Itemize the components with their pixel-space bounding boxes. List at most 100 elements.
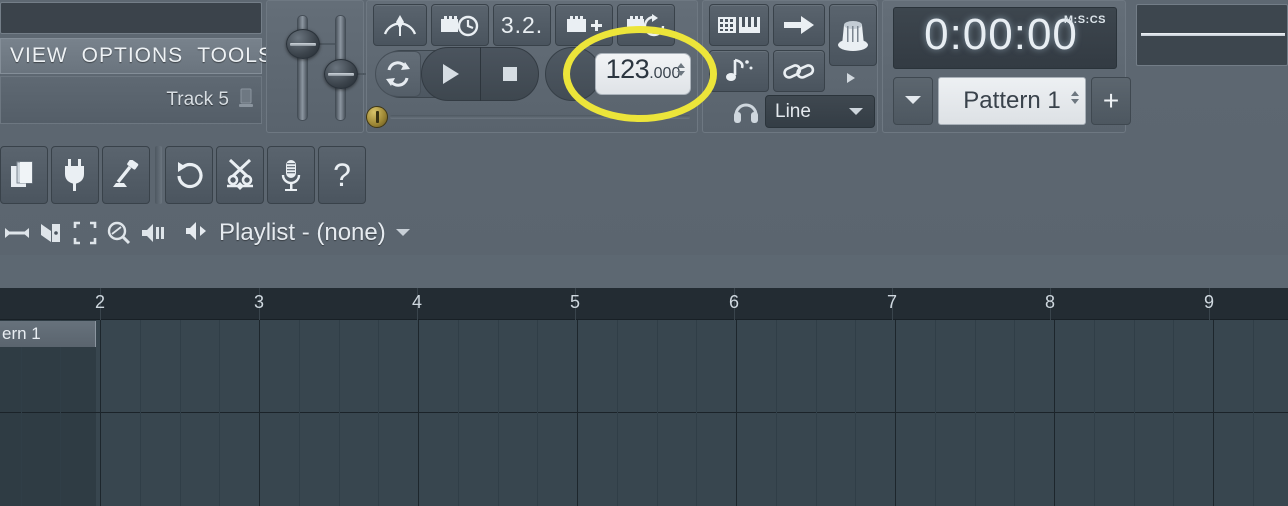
bpm-increment-arrow[interactable] (677, 63, 685, 68)
link-button[interactable] (773, 50, 825, 92)
grid-beat-line (1253, 320, 1254, 506)
expand-caret-icon[interactable] (845, 71, 857, 90)
time-display[interactable]: 0:00:00 M:S:CS (893, 7, 1117, 69)
knob-icon (838, 21, 868, 51)
grid-beat-line (378, 320, 379, 506)
bpm-fraction-value: .000 (649, 65, 681, 82)
hint-bar-left (0, 2, 262, 34)
step-add-button[interactable] (555, 4, 613, 46)
microphone-icon (281, 160, 301, 191)
undo-button[interactable] (165, 146, 213, 204)
playlist-title: Playlist - (none) (219, 219, 386, 246)
metronome-button[interactable] (373, 4, 427, 46)
grid-beat-line (855, 320, 856, 506)
master-knob-button[interactable] (829, 4, 877, 66)
track-strip: Track 5 (0, 76, 262, 124)
ruler-bar-number: 8 (1044, 292, 1056, 312)
select-brackets-icon (73, 221, 97, 245)
grid-bar-line (100, 320, 101, 506)
menu-item-view[interactable]: VIEW (1, 44, 75, 68)
grid-beat-line (975, 320, 976, 506)
pattern-name-value: Pattern 1 (963, 87, 1061, 114)
arrow-right-icon (784, 16, 814, 34)
grid-beat-line (339, 320, 340, 506)
headphones-icon[interactable] (733, 100, 759, 129)
main-menu-bar: VIEW OPTIONS TOOLS ? (0, 38, 299, 74)
copy-icon (11, 161, 33, 187)
playlist-clip-label[interactable]: ern 1 (0, 321, 96, 347)
playlist-grid-preroll (0, 320, 96, 506)
stop-button[interactable] (480, 47, 539, 101)
transport-panel: 3.2. 123 .000 (366, 0, 698, 133)
help-button[interactable]: ? (318, 146, 366, 204)
grid-beat-line (1094, 320, 1095, 506)
master-volume-knob[interactable] (286, 29, 320, 59)
zoom-tool[interactable] (102, 213, 136, 253)
bpm-decrement-arrow[interactable] (677, 71, 685, 76)
grid-beat-line (21, 320, 22, 506)
send-to-playlist-button[interactable] (773, 4, 825, 46)
record-voice-button[interactable] (267, 146, 315, 204)
grid-beat-line (776, 320, 777, 506)
ruler-bar-number: 5 (569, 292, 581, 312)
playlist-time-ruler[interactable]: 2 3 4 5 6 7 8 9 (0, 288, 1288, 320)
ruler-bar-number: 2 (94, 292, 106, 312)
toolbar-group-divider (155, 146, 162, 204)
time-display-unit: M:S:CS (1063, 14, 1106, 26)
mastering-button[interactable] (102, 146, 150, 204)
track-mixer-icon[interactable] (237, 87, 255, 114)
grid-beat-line (617, 320, 618, 506)
speaker-icon (184, 220, 210, 247)
playlist-grid[interactable] (0, 320, 1288, 506)
note-tool-button[interactable] (709, 50, 769, 92)
playlist-title-dropdown[interactable]: Playlist - (none) (184, 219, 411, 247)
pattern-dropdown-button[interactable] (893, 77, 933, 125)
step-loop-button[interactable] (617, 4, 675, 46)
step-sequencer-button[interactable] (709, 4, 769, 46)
loop-icon (386, 61, 410, 87)
track-label: Track 5 (166, 89, 229, 110)
grid-beat-line (180, 320, 181, 506)
pitch-shift-knob[interactable] (366, 106, 388, 128)
stop-icon (503, 67, 517, 81)
ruler-bar-number: 7 (886, 292, 898, 312)
master-sliders-panel (266, 0, 381, 133)
snap-mode-select[interactable]: Line (765, 95, 875, 128)
scissors-icon (227, 159, 253, 190)
plugin-picker-button[interactable] (51, 146, 99, 204)
top-toolbar: VIEW OPTIONS TOOLS ? Track 5 (0, 0, 1288, 255)
grid-beat-line (498, 320, 499, 506)
bpm-spinner[interactable] (677, 63, 685, 76)
play-button[interactable] (421, 47, 480, 101)
playlist-area: 2 3 4 5 6 7 8 9 ern 1 (0, 288, 1288, 506)
pattern-decrement-arrow[interactable] (1071, 99, 1079, 104)
pattern-length-button[interactable]: 3.2. (493, 4, 551, 46)
menu-item-options[interactable]: OPTIONS (75, 44, 191, 68)
chevron-down-icon (848, 103, 874, 121)
grid-beat-line (537, 320, 538, 506)
add-pattern-button[interactable]: + (1091, 77, 1131, 125)
select-tool[interactable] (68, 213, 102, 253)
plug-icon (65, 159, 84, 191)
undo-icon (177, 162, 203, 189)
playback-tool[interactable] (136, 213, 170, 253)
pattern-length-label: 3.2. (500, 11, 544, 38)
playlist-clip-label-text: ern 1 (2, 324, 41, 343)
pattern-increment-arrow[interactable] (1071, 91, 1079, 96)
wait-for-input-button[interactable] (431, 4, 489, 46)
chevron-down-icon (395, 224, 411, 242)
loop-toggle-button[interactable] (375, 51, 421, 97)
master-pitch-knob[interactable] (324, 59, 358, 89)
slip-tool[interactable] (34, 213, 68, 253)
ruler-bar-number: 4 (411, 292, 423, 312)
grid-beat-line (696, 320, 697, 506)
cut-button[interactable] (216, 146, 264, 204)
file-copy-button[interactable] (0, 146, 48, 204)
ruler-bar-number: 6 (728, 292, 740, 312)
draw-tool[interactable] (0, 213, 34, 253)
pattern-name-field[interactable]: Pattern 1 (938, 77, 1086, 125)
magnifier-icon (107, 221, 131, 245)
pattern-spinner[interactable] (1071, 91, 1079, 104)
hint-bar-right (1136, 4, 1288, 66)
bpm-tempo-field[interactable]: 123 .000 (595, 53, 691, 95)
